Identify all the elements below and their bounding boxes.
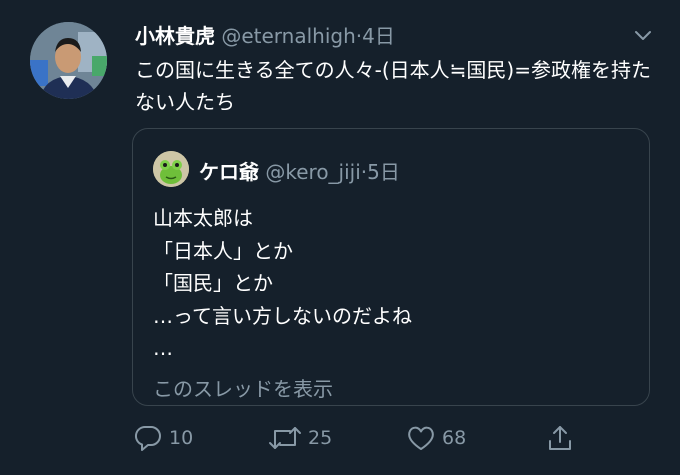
like-icon: [408, 426, 434, 450]
quoted-author-handle[interactable]: @kero_jiji: [265, 160, 360, 184]
retweet-icon: [269, 427, 301, 449]
quoted-header: ケロ爺 @kero_jiji·5日: [199, 156, 400, 185]
retweet-count: 25: [308, 427, 333, 449]
quoted-tweet[interactable]: ケロ爺 @kero_jiji·5日 山本太郎は 「日本人」とか 「国民」とか ……: [132, 128, 650, 406]
chevron-down-icon[interactable]: [633, 26, 653, 50]
show-thread-link[interactable]: このスレッドを表示: [153, 373, 333, 402]
author-avatar[interactable]: [30, 22, 107, 99]
reply-button[interactable]: 10: [133, 423, 193, 453]
quoted-author-name[interactable]: ケロ爺: [199, 160, 259, 184]
share-button[interactable]: [545, 423, 581, 453]
quoted-time[interactable]: 5日: [367, 160, 400, 184]
like-count: 68: [442, 427, 467, 449]
tweet-header: 小林貴虎 @eternalhigh·4日: [135, 20, 395, 49]
quoted-author-avatar[interactable]: [153, 151, 189, 187]
tweet-text: この国に生きる全ての人々-(日本人≒国民)=参政権を持たない人たち: [135, 58, 651, 114]
tweet-time[interactable]: 4日: [362, 24, 395, 48]
author-name[interactable]: 小林貴虎: [135, 24, 215, 48]
reply-count: 10: [169, 427, 194, 449]
reply-icon: [134, 425, 161, 451]
like-button[interactable]: 68: [406, 423, 466, 453]
author-handle[interactable]: @eternalhigh: [221, 24, 355, 48]
retweet-button[interactable]: 25: [268, 423, 332, 453]
share-icon: [549, 426, 571, 450]
quoted-text: 山本太郎は 「日本人」とか 「国民」とか …って言い方しないのだよね …: [153, 206, 412, 360]
